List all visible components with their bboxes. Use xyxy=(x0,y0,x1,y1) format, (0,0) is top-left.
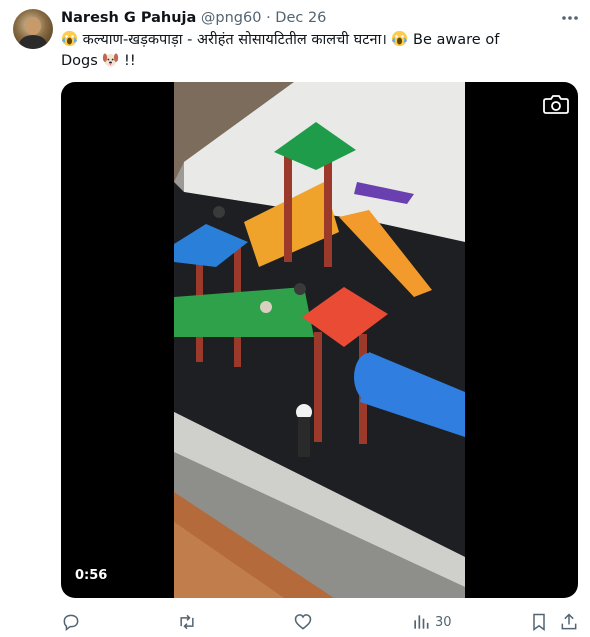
reply-icon xyxy=(63,614,79,632)
tweet-date[interactable]: Dec 26 xyxy=(275,10,326,26)
scream-emoji-icon xyxy=(392,30,408,47)
video-frame xyxy=(174,82,465,598)
display-name[interactable]: Naresh G Pahuja xyxy=(61,10,196,26)
reply-button[interactable] xyxy=(61,610,81,634)
separator: · xyxy=(266,10,271,26)
tweet-text-line1-tail: Be aware of xyxy=(413,32,500,48)
retweet-button[interactable] xyxy=(177,610,197,634)
more-options-icon[interactable] xyxy=(560,8,580,28)
video-duration: 0:56 xyxy=(75,568,108,583)
tweet-text: कल्याण-खड़कपाड़ा - अरीहंत सोसायटितील काल… xyxy=(61,30,571,72)
tweet-text-line2-tail: !! xyxy=(124,53,136,69)
handle[interactable]: @png60 xyxy=(201,10,262,26)
tweet-actions: 30 xyxy=(61,610,581,634)
views-icon xyxy=(414,615,429,629)
share-icon xyxy=(561,613,577,630)
scream-emoji-icon xyxy=(61,30,78,47)
video-player[interactable]: 0:56 xyxy=(61,82,578,598)
dog-face-emoji-icon xyxy=(103,53,119,67)
bookmark-icon xyxy=(533,613,545,631)
tweet-text-line1: कल्याण-खड़कपाड़ा - अरीहंत सोसायटितील काल… xyxy=(82,32,387,48)
tweet-text-line2: Dogs xyxy=(61,53,98,69)
views-button[interactable]: 30 xyxy=(411,610,452,634)
like-icon xyxy=(294,614,312,630)
views-count: 30 xyxy=(435,614,452,630)
share-button[interactable] xyxy=(559,610,579,634)
retweet-icon xyxy=(180,614,194,630)
tweet[interactable]: Naresh G Pahuja @png60 · Dec 26 कल्याण-ख… xyxy=(0,0,590,637)
avatar[interactable] xyxy=(13,9,53,49)
like-button[interactable] xyxy=(293,610,313,634)
camera-icon[interactable] xyxy=(543,94,569,114)
bookmark-button[interactable] xyxy=(529,610,549,634)
tweet-header: Naresh G Pahuja @png60 · Dec 26 xyxy=(61,9,326,27)
